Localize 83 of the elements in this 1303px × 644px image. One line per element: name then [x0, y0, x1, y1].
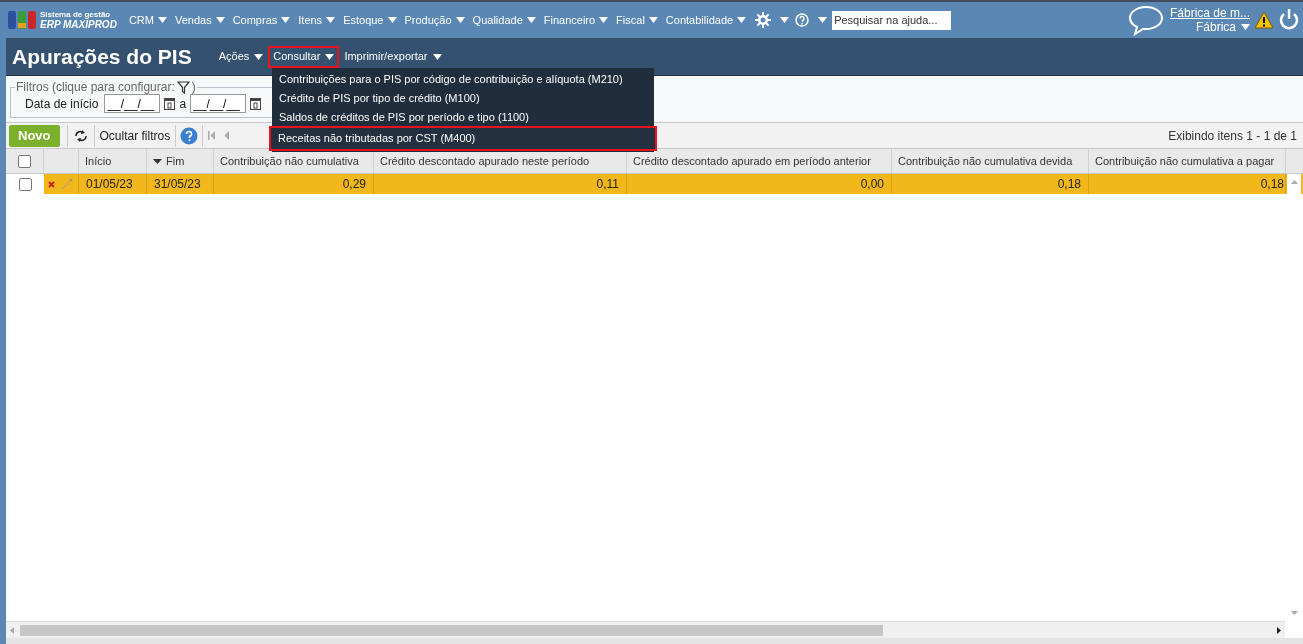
chat-bubble-icon	[1127, 4, 1164, 36]
action-menu-button[interactable]: Consultar	[268, 45, 340, 68]
caret-icon	[326, 17, 336, 23]
nav-menu-item[interactable]: Fiscal	[616, 11, 658, 29]
table-cell: 0,00	[627, 174, 892, 194]
page-info: Exibindo itens 1 - 1 de 1	[1168, 127, 1297, 145]
table-cell: 31/05/23	[147, 174, 214, 194]
page-title: Apurações do PIS	[12, 43, 192, 70]
scroll-left-icon	[10, 626, 14, 634]
caret-icon	[157, 17, 167, 23]
dropdown-menu-item[interactable]: Contribuições para o PIS por código de contribuição e alíquota (M210)	[272, 69, 654, 88]
power-icon	[1279, 9, 1299, 31]
date-input-field[interactable]: __/__/__	[190, 94, 247, 113]
horizontal-scrollbar[interactable]	[6, 621, 1285, 638]
caret-icon	[818, 17, 828, 23]
caret-icon	[648, 17, 658, 23]
first-page-icon	[208, 131, 217, 140]
date-label: Data de início	[25, 95, 99, 113]
scroll-up-icon	[1290, 180, 1298, 184]
settings-icon	[755, 12, 772, 28]
action-menu-button[interactable]: Imprimir/exportar	[339, 45, 447, 68]
previous-page-icon	[224, 131, 231, 140]
filters-legend[interactable]: Filtros (clique para configurar:	[16, 78, 175, 96]
refresh-icon	[73, 129, 88, 142]
caret-icon	[780, 17, 790, 23]
caret-icon	[387, 17, 397, 23]
range-separator: a	[179, 95, 187, 113]
help-search-field[interactable]: Pesquisar na ajuda...	[832, 10, 952, 30]
company-link[interactable]: Fábrica de m...	[1169, 6, 1250, 20]
dropdown-menu-item[interactable]: Receitas não tributadas por CST (M400)	[269, 126, 657, 151]
column-header[interactable]: Contribuição não cumulativa a pagar	[1089, 149, 1286, 173]
nav-menu-item[interactable]: Contabilidade	[665, 11, 747, 29]
profile-dropdown[interactable]: Fábrica	[1196, 20, 1250, 34]
nav-menu-item[interactable]: Produção	[404, 11, 465, 29]
logo-subtitle: Sistema de gestão	[40, 10, 112, 20]
dropdown-menu-item[interactable]: Saldos de créditos de PIS por período e tipo (1100)	[272, 107, 654, 126]
scrollbar-thumb[interactable]	[20, 624, 884, 636]
caret-icon	[254, 53, 264, 60]
column-header[interactable]: Início	[79, 149, 147, 173]
scroll-down-icon	[1290, 611, 1298, 615]
caret-icon	[1241, 24, 1250, 30]
date-input-field[interactable]: __/__/__	[104, 94, 161, 113]
dropdown-menu-item[interactable]: Crédito de PIS por tipo de crédito (M100)	[272, 88, 654, 107]
nav-menu-item[interactable]: Compras	[232, 11, 291, 29]
caret-icon	[599, 17, 609, 23]
table-cell: 0,18	[1089, 174, 1286, 194]
action-menu-button[interactable]: Ações	[213, 45, 269, 68]
nav-menu-item[interactable]: Financeiro	[543, 11, 609, 29]
row-checkbox[interactable]	[18, 177, 32, 191]
column-header[interactable]: Contribuição não cumulativa devida	[892, 149, 1089, 173]
caret-icon	[215, 17, 225, 23]
caret-icon	[432, 53, 442, 60]
caret-icon	[281, 17, 291, 23]
nav-menu-item[interactable]: Vendas	[174, 11, 225, 29]
table-cell: 01/05/23	[79, 174, 147, 194]
scroll-right-icon	[1277, 626, 1281, 634]
help-icon	[795, 13, 810, 27]
warning-icon	[1254, 11, 1274, 29]
caret-icon	[737, 17, 747, 23]
table-row[interactable]: 01/05/23 31/05/23 0,29 0,11 0,00 0,18 0,18	[6, 174, 1303, 194]
nav-menu-item[interactable]: Qualidade	[472, 11, 536, 29]
delete-icon	[48, 180, 55, 188]
hide-filters-button[interactable]: Ocultar filtros	[94, 126, 176, 145]
caret-icon	[325, 53, 335, 60]
caret-icon	[455, 17, 465, 23]
pencil-icon	[61, 178, 73, 190]
help-icon	[180, 126, 199, 145]
column-header[interactable]: Fim	[147, 149, 214, 173]
table-cell: 0,29	[214, 174, 374, 194]
table-cell: 0,18	[892, 174, 1089, 194]
logo-title: ERP MAXIPROD	[40, 20, 117, 30]
calendar-icon	[250, 97, 262, 110]
calendar-icon	[164, 97, 176, 110]
logo-icon	[8, 10, 36, 30]
nav-menu-item[interactable]: Estoque	[343, 11, 397, 29]
table-cell: 0,11	[374, 174, 627, 194]
sort-descending-icon	[153, 158, 162, 164]
filters-legend-end: )	[191, 79, 196, 96]
nav-menu-item[interactable]: Itens	[298, 11, 336, 29]
caret-icon	[526, 17, 536, 23]
select-all-checkbox[interactable]	[18, 154, 31, 168]
nav-menu-item[interactable]: CRM	[128, 11, 167, 29]
filter-icon	[176, 80, 190, 94]
